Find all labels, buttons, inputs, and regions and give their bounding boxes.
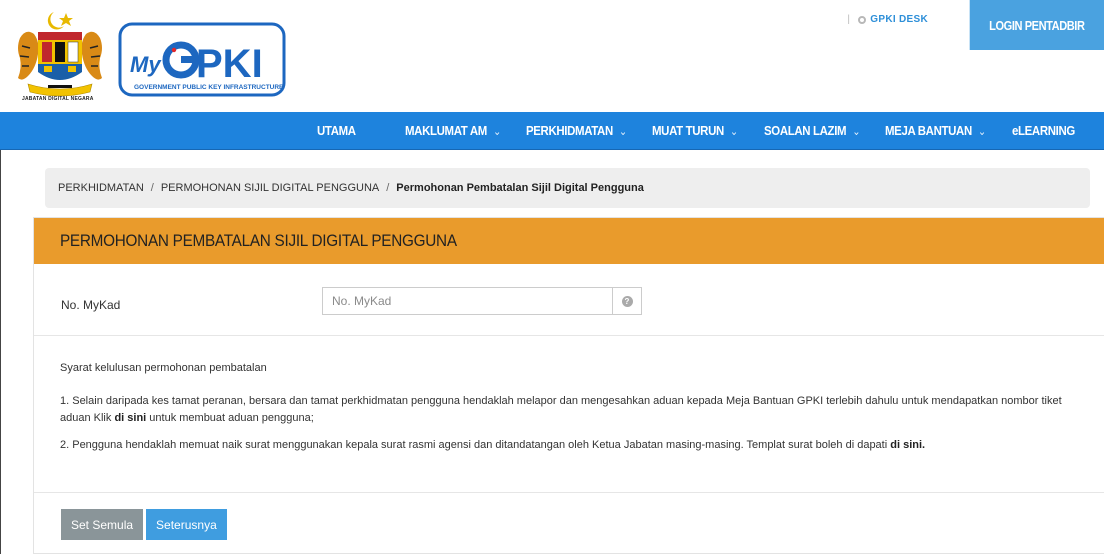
mykad-input-group: ? (322, 287, 642, 315)
terms-title: Syarat kelulusan permohonan pembatalan (60, 362, 267, 374)
chevron-down-icon: ⌄ (730, 126, 738, 138)
complaint-link[interactable]: di sini (114, 412, 146, 424)
login-admin-button[interactable]: LOGIN PENTADBIR (969, 0, 1104, 50)
svg-text:PKI: PKI (196, 42, 263, 86)
breadcrumb-separator: / (386, 182, 390, 194)
panel-heading: PERMOHONAN PEMBATALAN SIJIL DIGITAL PENG… (34, 218, 1104, 264)
coat-of-arms-logo[interactable] (14, 8, 106, 108)
chevron-down-icon: ⌄ (978, 126, 986, 138)
divider: | (847, 14, 851, 25)
next-button[interactable]: Seterusnya (146, 509, 227, 540)
cancellation-terms: Syarat kelulusan permohonan pembatalan 1… (34, 336, 1104, 493)
nav-label: PERKHIDMATAN (526, 123, 613, 138)
svg-text:My: My (130, 52, 162, 77)
gpki-desk-link[interactable]: | GPKI DESK (847, 14, 928, 25)
top-links: | GPKI DESK LOGIN PENTADBIR (847, 0, 1104, 50)
reset-button[interactable]: Set Semula (61, 509, 144, 540)
breadcrumb-separator: / (150, 182, 154, 194)
form-actions: Set Semula Seterusnya (34, 493, 1104, 553)
breadcrumb-item-perkhidmatan[interactable]: PERKHIDMATAN (58, 182, 144, 194)
nav-item-perkhidmatan[interactable]: PERKHIDMATAN ⌄ (526, 112, 627, 150)
nav-label: SOALAN LAZIM (764, 123, 847, 138)
page-title: PERMOHONAN PEMBATALAN SIJIL DIGITAL PENG… (60, 231, 457, 250)
mygpki-logo[interactable]: My PKI GOVERNMENT PUBLIC KEY INFRASTRUCT… (118, 22, 286, 97)
nav-label: MUAT TURUN (652, 123, 724, 138)
nav-label: eLEARNING (1012, 123, 1075, 138)
site-header: JABATAN DIGITAL NEGARA My PKI GOVERNMENT… (0, 0, 1104, 112)
mykad-row: No. MyKad ? (34, 264, 1104, 336)
nav-item-soalan-lazim[interactable]: SOALAN LAZIM ⌄ (764, 112, 860, 150)
breadcrumb-current: Permohonan Pembatalan Sijil Digital Peng… (396, 182, 644, 194)
logo-tagline: GOVERNMENT PUBLIC KEY INFRASTRUCTURE (134, 84, 284, 91)
nav-item-utama[interactable]: UTAMA (317, 112, 356, 150)
cancellation-form-panel: PERMOHONAN PEMBATALAN SIJIL DIGITAL PENG… (33, 217, 1104, 554)
gpki-desk-label: GPKI DESK (870, 14, 928, 25)
chevron-down-icon: ⌄ (619, 126, 627, 138)
circle-icon (858, 15, 867, 24)
nav-label: UTAMA (317, 123, 356, 138)
crest-caption: JABATAN DIGITAL NEGARA (22, 96, 94, 102)
chevron-down-icon: ⌄ (493, 126, 501, 138)
nav-item-elearning[interactable]: eLEARNING (1012, 112, 1075, 150)
main-navbar: UTAMA MAKLUMAT AM ⌄ PERKHIDMATAN ⌄ MUAT TU… (0, 112, 1104, 150)
terms-item-2: 2. Pengguna hendaklah memuat naik surat … (60, 437, 1078, 454)
nav-item-muat-turun[interactable]: MUAT TURUN ⌄ (652, 112, 738, 150)
mykad-label: No. MyKad (61, 298, 121, 312)
terms-item-1: 1. Selain daripada kes tamat peranan, be… (60, 393, 1078, 427)
question-circle-icon: ? (621, 295, 633, 307)
help-addon[interactable]: ? (612, 287, 642, 315)
nav-label: MEJA BANTUAN (885, 123, 972, 138)
terms-item-1-suffix: untuk membuat aduan pengguna; (149, 412, 314, 424)
template-link[interactable]: di sini. (890, 439, 925, 451)
nav-item-maklumat-am[interactable]: MAKLUMAT AM ⌄ (405, 112, 501, 150)
nav-item-meja-bantuan[interactable]: MEJA BANTUAN ⌄ (885, 112, 986, 150)
nav-label: MAKLUMAT AM (405, 123, 487, 138)
chevron-down-icon: ⌄ (852, 126, 861, 138)
breadcrumb-item-permohonan[interactable]: PERMOHONAN SIJIL DIGITAL PENGGUNA (161, 182, 379, 194)
breadcrumb: PERKHIDMATAN / PERMOHONAN SIJIL DIGITAL … (45, 168, 1090, 208)
mykad-input[interactable] (322, 287, 612, 315)
terms-item-2-text: 2. Pengguna hendaklah memuat naik surat … (60, 439, 888, 451)
